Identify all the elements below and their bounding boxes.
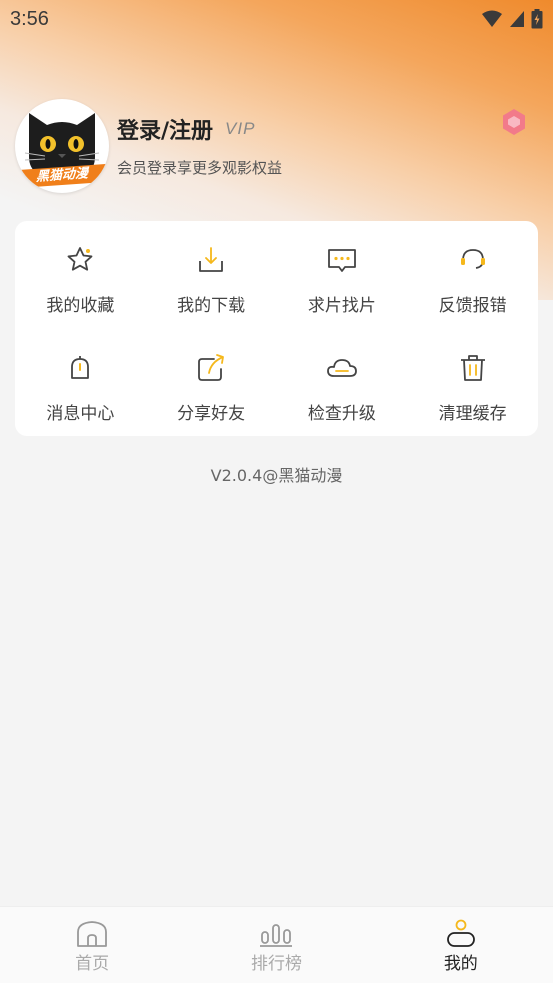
menu-label: 分享好友 <box>177 404 246 424</box>
share-icon <box>198 354 225 381</box>
menu-label: 反馈报错 <box>438 296 507 316</box>
login-register-link[interactable]: 登录/注册 <box>117 113 213 145</box>
tab-label: 排行榜 <box>250 954 302 974</box>
person-icon <box>446 919 475 947</box>
home-icon <box>77 921 108 947</box>
status-icons <box>481 9 543 29</box>
menu-label: 求片找片 <box>307 296 376 316</box>
signal-icon <box>510 11 524 27</box>
menu-item-favorites[interactable]: 我的收藏 <box>15 221 146 329</box>
cloud-icon <box>326 359 357 377</box>
hexagon-badge-icon[interactable] <box>501 108 527 140</box>
login-row: 登录/注册 VIP <box>117 113 282 145</box>
menu-label: 检查升级 <box>307 404 376 424</box>
menu-label: 我的收藏 <box>46 296 115 316</box>
bottom-tab-bar: 首页 排行榜 我的 <box>0 906 553 983</box>
menu-item-messages[interactable]: 消息中心 <box>15 329 146 436</box>
menu-label: 消息中心 <box>46 404 115 424</box>
menu-item-update[interactable]: 检查升级 <box>277 329 408 436</box>
menu-item-clear-cache[interactable]: 清理缓存 <box>407 329 538 436</box>
ranking-icon <box>260 924 293 947</box>
profile-section[interactable]: 黑猫动漫 登录/注册 VIP 会员登录享更多观影权益 <box>15 98 538 193</box>
version-text: V2.0.4@黑猫动漫 <box>210 466 343 485</box>
status-bar: 3:56 <box>0 0 553 38</box>
tab-ranking[interactable]: 排行榜 <box>184 907 368 983</box>
bell-icon <box>71 356 90 379</box>
avatar[interactable]: 黑猫动漫 <box>15 98 109 193</box>
profile-text: 登录/注册 VIP 会员登录享更多观影权益 <box>117 113 282 178</box>
tab-mine[interactable]: 我的 <box>369 907 553 983</box>
download-icon <box>199 247 224 272</box>
tab-home[interactable]: 首页 <box>0 907 184 983</box>
menu-item-feedback[interactable]: 反馈报错 <box>407 221 538 329</box>
star-icon <box>67 247 93 271</box>
tab-label: 我的 <box>443 954 478 974</box>
menu-item-share[interactable]: 分享好友 <box>146 329 277 436</box>
battery-icon <box>531 9 543 29</box>
tab-label: 首页 <box>75 954 110 974</box>
trash-icon <box>460 355 485 381</box>
menu-item-downloads[interactable]: 我的下载 <box>146 221 277 329</box>
headset-icon <box>460 249 485 269</box>
member-hint: 会员登录享更多观影权益 <box>117 159 283 177</box>
wifi-icon <box>482 10 502 27</box>
menu-item-request[interactable]: 求片找片 <box>277 221 408 329</box>
message-icon <box>327 249 356 272</box>
menu-card: 我的收藏 我的下载 求片找片 反馈报错 消息中心 分享好友 检查升级 清理缓存 <box>15 221 538 436</box>
menu-label: 清理缓存 <box>438 404 507 424</box>
menu-label: 我的下载 <box>177 296 246 316</box>
status-time: 3:56 <box>10 7 49 30</box>
vip-badge: VIP <box>225 119 256 138</box>
